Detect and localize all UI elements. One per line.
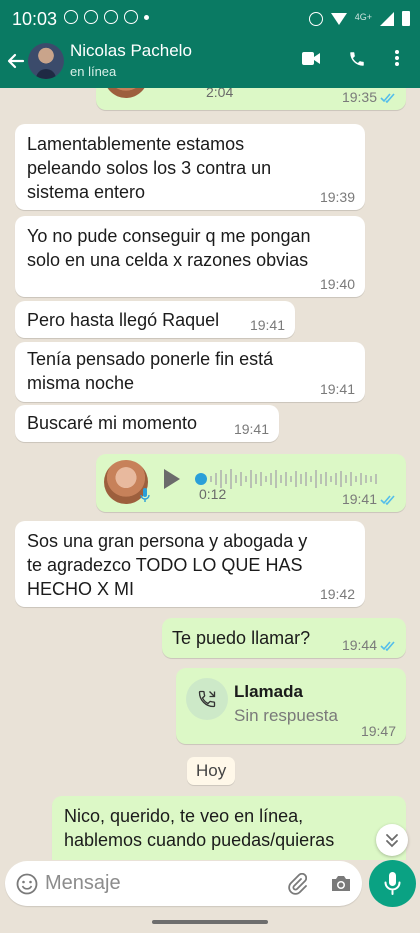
message-time: 19:40 <box>319 276 355 292</box>
voice-message[interactable]: 0:12 19:41 <box>96 454 406 512</box>
call-title: Llamada <box>234 682 303 701</box>
incoming-message[interactable]: Sos una gran persona y abogada y te agra… <box>15 521 365 607</box>
system-icons: 4G+ <box>308 11 410 26</box>
top-bar: 10:03 4G+ Nicolas Pachelo en línea <box>0 0 420 88</box>
notification-icons <box>64 10 149 24</box>
status-time: 10:03 <box>12 9 58 29</box>
message-time: 19:41 <box>342 492 396 506</box>
read-ticks-icon <box>380 93 395 103</box>
alarm-icon <box>308 11 323 26</box>
record-voice-button[interactable] <box>369 860 416 907</box>
message-text: Nico, querido, te veo en línea, hablemos… <box>64 806 335 850</box>
back-arrow-icon[interactable] <box>6 51 26 71</box>
attach-icon[interactable] <box>287 873 307 895</box>
time-text: 19:41 <box>341 491 377 507</box>
message-text: Buscaré mi momento <box>27 413 198 433</box>
message-text: Lamentablemente estamos peleando solos l… <box>27 134 272 202</box>
chat-header: Nicolas Pachelo en línea <box>0 36 420 88</box>
outgoing-message[interactable]: Te puedo llamar? 19:44 <box>162 618 406 658</box>
whatsapp-notification-icon <box>64 10 78 24</box>
missed-call-message[interactable]: Llamada Sin respuesta 19:47 <box>176 668 406 744</box>
more-notifications-icon <box>144 15 149 20</box>
contact-avatar[interactable] <box>28 43 64 79</box>
message-composer <box>5 861 362 906</box>
voice-message[interactable]: 2:04 19:35 <box>96 88 406 110</box>
message-text: Pero hasta llegó Raquel <box>27 310 220 330</box>
incoming-message[interactable]: Yo no pude conseguir q me pongan solo en… <box>15 216 365 297</box>
video-call-icon[interactable] <box>302 52 320 65</box>
time-text: 19:44 <box>341 637 377 653</box>
wifi-icon <box>330 12 347 25</box>
day-separator: Hoy <box>187 757 236 785</box>
incoming-message[interactable]: Pero hasta llegó Raquel 19:41 <box>15 301 295 338</box>
contact-status: en línea <box>70 64 117 79</box>
network-label: 4G+ <box>354 11 372 22</box>
phone-icon[interactable] <box>348 50 366 68</box>
link-notification-icon <box>104 10 118 24</box>
message-time: 19:41 <box>319 381 355 397</box>
read-ticks-icon <box>380 495 395 505</box>
system-nav-bar <box>0 910 420 933</box>
voice-sender-avatar <box>104 88 148 98</box>
signal-icon <box>380 11 394 26</box>
message-time: 19:44 <box>342 638 396 652</box>
read-ticks-icon <box>380 641 395 651</box>
app-notification-icon <box>84 10 98 24</box>
mic-icon <box>140 488 150 502</box>
call-subtitle: Sin respuesta <box>234 706 338 725</box>
voice-duration: 2:04 <box>206 88 234 100</box>
camera-icon[interactable] <box>330 874 352 893</box>
message-time: 19:42 <box>319 586 355 602</box>
emoji-icon[interactable] <box>16 873 38 895</box>
missed-call-badge <box>186 678 228 720</box>
incoming-message[interactable]: Lamentablemente estamos peleando solos l… <box>15 124 365 210</box>
time-text: 19:35 <box>341 89 377 105</box>
incoming-message[interactable]: Buscaré mi momento 19:41 <box>15 405 279 442</box>
message-time: 19:35 <box>342 90 396 104</box>
messenger-notification-icon <box>124 10 138 24</box>
message-input[interactable] <box>45 861 285 906</box>
play-icon[interactable] <box>164 469 180 489</box>
home-handle[interactable] <box>152 920 268 924</box>
contact-name[interactable]: Nicolas Pachelo <box>70 41 192 61</box>
message-time: 19:39 <box>319 189 355 205</box>
mic-icon <box>384 872 401 895</box>
battery-icon <box>402 11 410 26</box>
message-time: 19:41 <box>249 317 285 333</box>
incoming-message[interactable]: Tenía pensado ponerle fin está misma noc… <box>15 342 365 402</box>
message-text: Tenía pensado ponerle fin está misma noc… <box>27 349 274 393</box>
status-bar: 10:03 4G+ <box>0 0 420 36</box>
voice-duration: 0:12 <box>199 486 227 502</box>
message-time: 19:47 <box>360 723 396 739</box>
message-text: Sos una gran persona y abogada y te agra… <box>27 531 308 599</box>
message-list[interactable]: 2:04 19:35 Lamentablemente estamos pelea… <box>0 88 420 860</box>
menu-dots-icon[interactable] <box>394 49 400 67</box>
scroll-to-bottom-button[interactable] <box>376 824 408 856</box>
message-text: Yo no pude conseguir q me pongan solo en… <box>27 226 311 270</box>
message-time: 19:41 <box>233 421 269 437</box>
missed-call-icon <box>198 690 216 708</box>
chevron-down-icon <box>386 834 398 848</box>
outgoing-message[interactable]: Nico, querido, te veo en línea, hablemos… <box>52 796 406 860</box>
